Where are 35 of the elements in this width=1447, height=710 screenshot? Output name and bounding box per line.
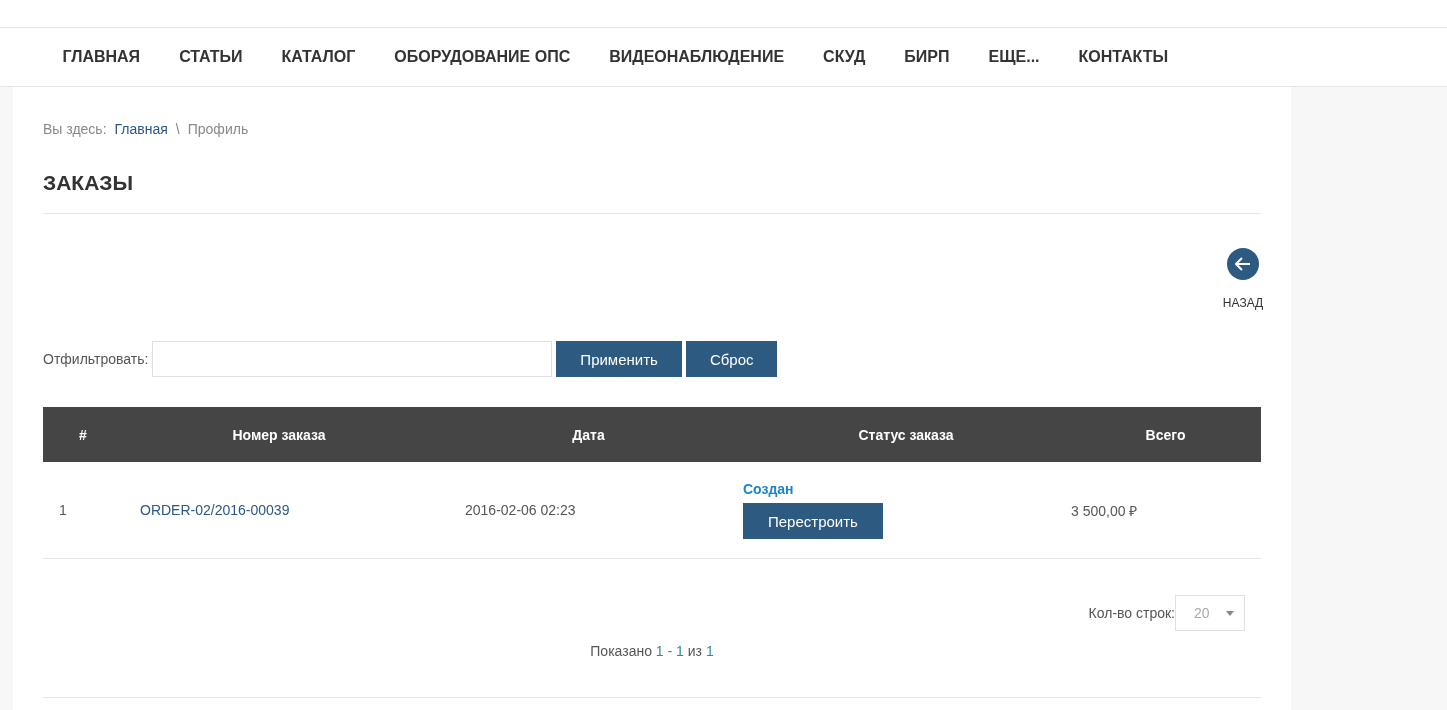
filter-label: Отфильтровать: — [43, 351, 149, 367]
filter-input[interactable] — [152, 341, 553, 377]
rebuild-button[interactable]: Перестроить — [743, 503, 883, 539]
caret-icon — [1226, 610, 1234, 616]
order-link[interactable]: ORDER-02/2016-00039 — [124, 502, 290, 518]
arrow-left-icon — [1235, 257, 1251, 271]
column-header: Дата — [435, 407, 742, 462]
nav-link[interactable]: ВИДЕОНАБЛЮДЕНИЕ — [589, 48, 804, 66]
apply-button[interactable]: Применить — [556, 341, 682, 377]
back-button[interactable] — [1227, 248, 1259, 280]
breadcrumb-link[interactable]: Главная — [114, 121, 168, 137]
breadcrumb-current: Профиль — [187, 121, 249, 137]
pagination-summary: Показано 1 - 1 из 1 — [43, 643, 1261, 698]
nav-link[interactable]: КОНТАКТЫ — [1059, 48, 1188, 66]
breadcrumb-prefix: Вы здесь: — [43, 121, 107, 137]
column-header: Номер заказа — [123, 407, 435, 462]
back-label: НАЗАД — [1222, 296, 1264, 310]
nav-link[interactable]: КАТАЛОГ — [262, 48, 375, 66]
row-number: 1 — [43, 462, 123, 559]
column-header: # — [43, 407, 123, 462]
nav-link[interactable]: ЕЩЕ... — [969, 48, 1059, 66]
table-cell: 3 500,00 ₽ — [1070, 462, 1261, 559]
column-header: Всего — [1070, 407, 1261, 462]
table-cell: 2016-02-06 02:23 — [435, 462, 742, 559]
nav-link[interactable]: СТАТЬИ — [159, 48, 263, 66]
breadcrumb-separator: \ — [175, 121, 180, 137]
nav-link[interactable]: БИРП — [884, 48, 970, 66]
nav-link[interactable]: ГЛАВНАЯ — [43, 48, 160, 66]
order-status: Создан — [743, 481, 795, 497]
rows-per-page-label: Кол-во строк: — [1088, 605, 1175, 621]
page-heading: ЗАКАЗЫ — [43, 137, 1261, 214]
reset-button[interactable]: Сброс — [685, 341, 778, 377]
nav-link[interactable]: СКУД — [803, 48, 885, 66]
nav-link[interactable]: ОБОРУДОВАНИЕ ОПС — [374, 48, 590, 66]
column-header: Статус заказа — [742, 407, 1070, 462]
